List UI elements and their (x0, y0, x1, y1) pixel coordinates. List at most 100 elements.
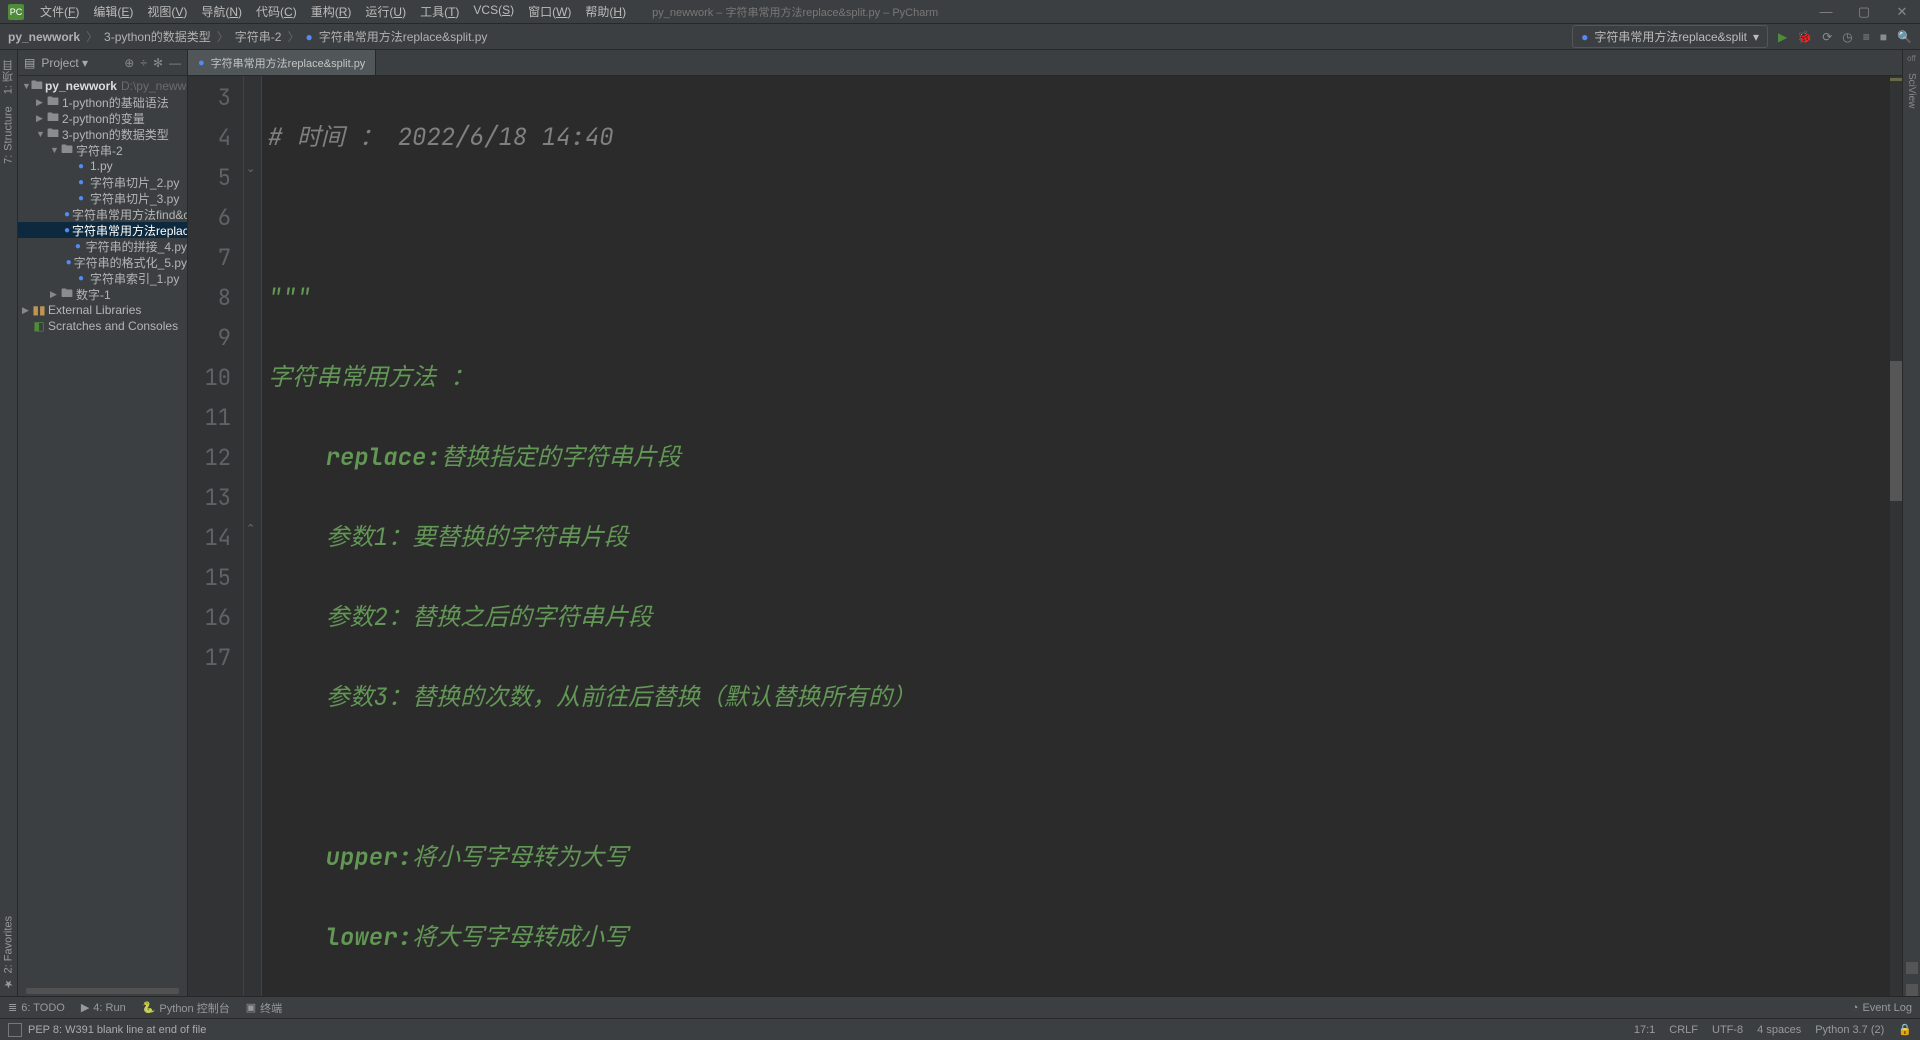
search-icon[interactable]: 🔍 (1897, 30, 1912, 44)
editor-tabs: ● 字符串常用方法replace&split.py (188, 50, 1902, 76)
tree-file-selected[interactable]: ●字符串常用方法replace (18, 222, 187, 238)
tab-favorites[interactable]: ★ 2: Favorites (0, 910, 17, 996)
collapse-all-icon[interactable]: ÷ (140, 56, 147, 70)
menu-help[interactable]: 帮助(H) (579, 1, 632, 22)
tree-project-root[interactable]: ▼🖿py_newworkD:\py_newwork (18, 78, 187, 94)
maximize-icon[interactable]: ▢ (1854, 4, 1874, 20)
tool-windows-icon[interactable] (8, 1023, 22, 1037)
menu-window[interactable]: 窗口(W) (522, 1, 577, 22)
tree-file[interactable]: ●字符串索引_1.py (18, 270, 187, 286)
bottom-tool-bar: ≣ 6: TODO ▶ 4: Run 🐍 Python 控制台 ▣ 终端 ◔ E… (0, 996, 1920, 1018)
project-panel-title[interactable]: Project ▾ (41, 56, 118, 70)
vertical-scrollbar[interactable] (1890, 76, 1902, 996)
right-tool-strip: off SciView (1902, 50, 1920, 996)
indent-settings[interactable]: 4 spaces (1757, 1024, 1801, 1036)
tree-folder[interactable]: ▶🖿2-python的变量 (18, 110, 187, 126)
editor-tab[interactable]: ● 字符串常用方法replace&split.py (188, 50, 376, 75)
profile-icon[interactable]: ◷ (1842, 30, 1852, 44)
reader-mode-off-label[interactable]: off (1907, 54, 1916, 63)
breadcrumb-item[interactable]: 字符串-2 (235, 28, 282, 45)
project-panel-header: ▤ Project ▾ ⊕ ÷ ✻ — (18, 50, 187, 76)
app-icon: PC (8, 4, 24, 20)
run-config-label: 字符串常用方法replace&split (1594, 28, 1747, 45)
minimize-icon[interactable]: — (1816, 4, 1836, 20)
hide-icon[interactable]: — (169, 56, 181, 70)
main-area: 1: 项目 7: Structure ★ 2: Favorites ▤ Proj… (0, 50, 1920, 996)
close-icon[interactable]: ✕ (1892, 4, 1912, 20)
tab-todo[interactable]: ≣ 6: TODO (8, 1001, 65, 1014)
code-content[interactable]: # 时间 ： 2022/6/18 14:40 """ 字符串常用方法 ： rep… (262, 76, 1890, 996)
window-controls: — ▢ ✕ (1816, 4, 1912, 20)
tab-project[interactable]: 1: 项目 (0, 54, 17, 100)
run-config-dropdown[interactable]: ● 字符串常用方法replace&split ▾ (1572, 25, 1768, 48)
project-view-icon: ▤ (24, 56, 35, 70)
tree-folder[interactable]: ▶🖿1-python的基础语法 (18, 94, 187, 110)
chevron-right-icon: 〉 (86, 28, 98, 45)
tab-python-console[interactable]: 🐍 Python 控制台 (142, 1000, 230, 1016)
inspection-message[interactable]: PEP 8: W391 blank line at end of file (28, 1024, 206, 1036)
run-icon[interactable]: ▶ (1778, 30, 1787, 44)
scrollbar-thumb[interactable] (1890, 361, 1902, 501)
tab-run[interactable]: ▶ 4: Run (81, 1001, 126, 1014)
tree-file[interactable]: ●字符串的格式化_5.py (18, 254, 187, 270)
menu-bar: 文件(F) 编辑(E) 视图(V) 导航(N) 代码(C) 重构(R) 运行(U… (34, 1, 632, 22)
other-tool-icon[interactable] (1906, 984, 1918, 996)
breadcrumb: py_newwork 〉 3-python的数据类型 〉 字符串-2 〉 ● 字… (8, 28, 487, 45)
tab-sciview[interactable]: SciView (1906, 73, 1917, 108)
menu-navigate[interactable]: 导航(N) (195, 1, 248, 22)
select-opened-file-icon[interactable]: ⊕ (124, 56, 134, 70)
breadcrumb-item[interactable]: 字符串常用方法replace&split.py (319, 28, 488, 45)
tree-external-libraries[interactable]: ▶▮▮External Libraries (18, 302, 187, 318)
menu-vcs[interactable]: VCS(S) (467, 1, 520, 22)
line-number-gutter: 3 4 5 6 7 8 9 10 11 12 13 14 15 16 17 (188, 76, 244, 996)
menu-view[interactable]: 视图(V) (141, 1, 193, 22)
run-coverage-icon[interactable]: ⟳ (1822, 30, 1832, 44)
menu-edit[interactable]: 编辑(E) (87, 1, 139, 22)
cursor-position[interactable]: 17:1 (1634, 1024, 1655, 1036)
database-tool-icon[interactable] (1906, 962, 1918, 974)
python-file-icon: ● (305, 30, 312, 44)
tree-folder[interactable]: ▼🖿3-python的数据类型 (18, 126, 187, 142)
navigation-bar: py_newwork 〉 3-python的数据类型 〉 字符串-2 〉 ● 字… (0, 24, 1920, 50)
lock-icon[interactable]: 🔒 (1898, 1023, 1912, 1036)
editor-body[interactable]: 3 4 5 6 7 8 9 10 11 12 13 14 15 16 17 ⌄ … (188, 76, 1902, 996)
toolbar-right: ● 字符串常用方法replace&split ▾ ▶ 🐞 ⟳ ◷ ≡ ■ 🔍 (1572, 25, 1912, 48)
left-tool-strip: 1: 项目 7: Structure ★ 2: Favorites (0, 50, 18, 996)
stop-icon[interactable]: ■ (1880, 30, 1887, 44)
debug-icon[interactable]: 🐞 (1797, 30, 1812, 44)
attach-icon[interactable]: ≡ (1863, 30, 1870, 44)
menu-file[interactable]: 文件(F) (34, 1, 85, 22)
menu-refactor[interactable]: 重构(R) (305, 1, 358, 22)
tree-file[interactable]: ●字符串常用方法find&c… (18, 206, 187, 222)
settings-icon[interactable]: ✻ (153, 56, 163, 70)
python-interpreter[interactable]: Python 3.7 (2) (1815, 1024, 1884, 1036)
menu-run[interactable]: 运行(U) (359, 1, 412, 22)
tree-file[interactable]: ●1.py (18, 158, 187, 174)
breadcrumb-item[interactable]: py_newwork (8, 30, 80, 44)
tree-folder[interactable]: ▼🖿字符串-2 (18, 142, 187, 158)
chevron-down-icon: ▾ (1753, 30, 1759, 44)
project-tree[interactable]: ▼🖿py_newworkD:\py_newwork ▶🖿1-python的基础语… (18, 76, 187, 986)
tree-file[interactable]: ●字符串切片_3.py (18, 190, 187, 206)
tab-structure[interactable]: 7: Structure (0, 100, 17, 170)
tree-scratches[interactable]: ◧Scratches and Consoles (18, 318, 187, 334)
tree-file[interactable]: ●字符串的拼接_4.py (18, 238, 187, 254)
tree-file[interactable]: ●字符串切片_2.py (18, 174, 187, 190)
chevron-right-icon: 〉 (217, 28, 229, 45)
tab-event-log[interactable]: ◔ Event Log (1852, 1002, 1912, 1014)
menu-code[interactable]: 代码(C) (250, 1, 303, 22)
inspection-warning-marker[interactable] (1890, 78, 1902, 81)
chevron-right-icon: 〉 (287, 28, 299, 45)
line-separator[interactable]: CRLF (1669, 1024, 1698, 1036)
menu-tools[interactable]: 工具(T) (414, 1, 465, 22)
horizontal-scrollbar[interactable] (26, 988, 179, 994)
window-title: py_newwork – 字符串常用方法replace&split.py – P… (652, 4, 938, 20)
fold-end-icon[interactable]: ⌃ (246, 522, 255, 535)
breadcrumb-item[interactable]: 3-python的数据类型 (104, 28, 211, 45)
tree-folder[interactable]: ▶🖿数字-1 (18, 286, 187, 302)
fold-gutter[interactable]: ⌄ ⌃ (244, 76, 262, 996)
tab-terminal[interactable]: ▣ 终端 (246, 1000, 282, 1016)
file-encoding[interactable]: UTF-8 (1712, 1024, 1743, 1036)
python-file-icon: ● (1581, 30, 1588, 44)
fold-start-icon[interactable]: ⌄ (246, 162, 255, 175)
